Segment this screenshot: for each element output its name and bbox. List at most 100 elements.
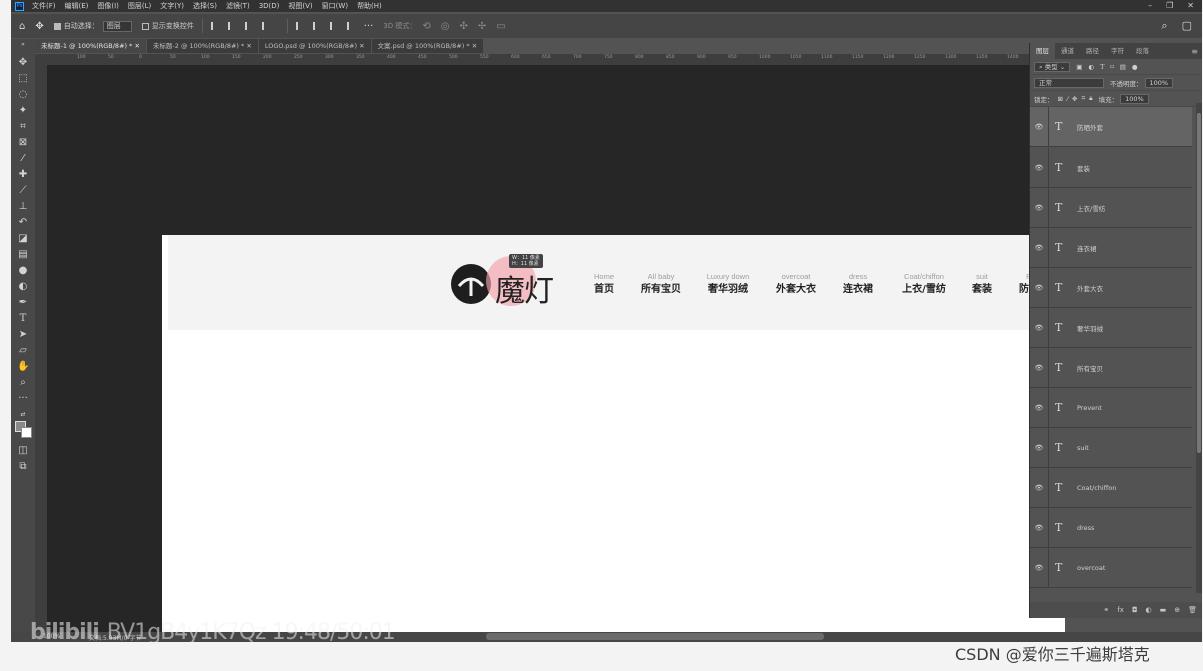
lock-artboard-icon[interactable]: ⌗ bbox=[1082, 94, 1086, 103]
add-mask-icon[interactable]: ◘ bbox=[1132, 606, 1138, 614]
more-options-icon[interactable]: ··· bbox=[364, 21, 374, 32]
layer-row[interactable]: 👁︎ T 所有宝贝 bbox=[1030, 347, 1192, 388]
marquee-tool-icon[interactable]: ⬚ bbox=[17, 73, 29, 85]
horizontal-ruler[interactable]: 100 50 0 50 100 150 200 250 300 350 400 450 500 550 60… bbox=[47, 54, 1029, 65]
history-brush-icon[interactable]: ↶ bbox=[17, 217, 29, 229]
visibility-eye-icon[interactable]: 👁︎ bbox=[1030, 164, 1048, 172]
visibility-eye-icon[interactable]: 👁︎ bbox=[1030, 564, 1048, 572]
visibility-eye-icon[interactable]: 👁︎ bbox=[1030, 404, 1048, 412]
type-tool-icon[interactable]: T bbox=[17, 313, 29, 325]
filter-shape-icon[interactable]: ⌑ bbox=[1110, 63, 1113, 71]
auto-select-dropdown[interactable]: 图层 bbox=[102, 20, 132, 32]
visibility-eye-icon[interactable]: 👁︎ bbox=[1030, 204, 1048, 212]
filter-pixel-icon[interactable]: ▣ bbox=[1076, 63, 1082, 71]
tab-channels[interactable]: 通道 bbox=[1055, 43, 1080, 59]
close-icon[interactable]: ✕ bbox=[472, 42, 477, 50]
menu-help[interactable]: 帮助(H) bbox=[357, 1, 382, 11]
hand-tool-icon[interactable]: ✋ bbox=[17, 361, 29, 373]
horizontal-scrollbar[interactable] bbox=[486, 633, 824, 640]
menu-layer[interactable]: 图层(L) bbox=[128, 1, 151, 11]
lock-position-icon[interactable]: ✥ bbox=[1072, 95, 1077, 103]
eyedropper-icon[interactable]: ⁄ bbox=[17, 153, 29, 165]
restore-icon[interactable]: ❐ bbox=[1166, 0, 1173, 11]
edit-toolbar-icon[interactable]: ··· bbox=[17, 393, 29, 405]
visibility-eye-icon[interactable]: 👁︎ bbox=[1030, 123, 1048, 131]
menu-image[interactable]: 图像(I) bbox=[97, 1, 119, 11]
layer-row[interactable]: 👁︎ Tsuit bbox=[1030, 427, 1192, 468]
scroll-thumb[interactable] bbox=[1197, 113, 1201, 453]
visibility-eye-icon[interactable]: 👁︎ bbox=[1030, 324, 1048, 332]
menu-view[interactable]: 视图(V) bbox=[288, 1, 312, 11]
3d-camera-icon[interactable]: ▭ bbox=[496, 21, 505, 32]
menu-file[interactable]: 文件(F) bbox=[32, 1, 56, 11]
adjustment-layer-icon[interactable]: ◐ bbox=[1146, 606, 1152, 614]
layer-row[interactable]: 👁︎ T 连衣裙 bbox=[1030, 227, 1192, 268]
tab-character[interactable]: 字符 bbox=[1105, 43, 1130, 59]
nav-overcoat[interactable]: overcoat 外套大衣 bbox=[776, 272, 816, 298]
blur-tool-icon[interactable]: ● bbox=[17, 265, 29, 277]
menu-window[interactable]: 窗口(W) bbox=[322, 1, 348, 11]
menu-select[interactable]: 选择(S) bbox=[193, 1, 217, 11]
layer-row[interactable]: 👁︎ Tovercoat bbox=[1030, 547, 1192, 588]
nav-luxury-down[interactable]: Luxury down 奢华羽绒 bbox=[707, 272, 750, 298]
layers-scrollbar[interactable] bbox=[1196, 103, 1202, 593]
align-bottom-icon[interactable] bbox=[329, 22, 337, 30]
background-color-swatch[interactable] bbox=[21, 427, 32, 438]
blend-mode-select[interactable]: 正常 bbox=[1034, 77, 1104, 88]
filter-toggle-icon[interactable]: ● bbox=[1132, 63, 1138, 71]
visibility-eye-icon[interactable]: 👁︎ bbox=[1030, 284, 1048, 292]
layer-row[interactable]: 👁︎ T Prevent bbox=[1030, 387, 1192, 428]
tab-paragraph[interactable]: 段落 bbox=[1130, 43, 1155, 59]
visibility-eye-icon[interactable]: 👁︎ bbox=[1030, 484, 1048, 492]
close-icon[interactable]: ✕ bbox=[134, 42, 139, 50]
layer-filter-select[interactable]: ⌕ 类型 ⌄ bbox=[1034, 61, 1071, 72]
layer-row[interactable]: 👁︎ T 奢华羽绒 bbox=[1030, 307, 1192, 348]
layer-row[interactable]: 👁︎ T 防晒外套 bbox=[1030, 107, 1192, 147]
path-selection-icon[interactable]: ➤ bbox=[17, 329, 29, 341]
visibility-eye-icon[interactable]: 👁︎ bbox=[1030, 444, 1048, 452]
3d-pan-icon[interactable]: ✣ bbox=[460, 21, 468, 32]
shape-tool-icon[interactable]: ▱ bbox=[17, 345, 29, 357]
visibility-eye-icon[interactable]: 👁︎ bbox=[1030, 524, 1048, 532]
delete-layer-icon[interactable]: 🗑︎ bbox=[1188, 606, 1197, 614]
nav-home[interactable]: Home 首页 bbox=[594, 272, 614, 298]
brush-tool-icon[interactable]: ⟋ bbox=[17, 185, 29, 197]
new-layer-icon[interactable]: ⊕ bbox=[1174, 606, 1180, 614]
show-transform-checkbox[interactable] bbox=[141, 22, 149, 30]
menu-edit[interactable]: 编辑(E) bbox=[65, 1, 89, 11]
lock-all-icon[interactable]: 🔒︎ bbox=[1089, 94, 1092, 103]
nav-all-baby[interactable]: All baby 所有宝贝 bbox=[641, 272, 681, 298]
tab-logo[interactable]: LOGO.psd @ 100%(RGB/8#) ✕ bbox=[258, 39, 371, 53]
close-icon[interactable]: ✕ bbox=[359, 42, 364, 50]
nav-dress[interactable]: dress 连衣裙 bbox=[843, 272, 873, 298]
layer-row[interactable]: 👁︎ T 上衣/雪纺 bbox=[1030, 187, 1192, 228]
home-icon[interactable]: ⌂ bbox=[19, 21, 25, 32]
tab-doc-2[interactable]: 未标题-2 @ 100%(RGB/8#) * ✕ bbox=[146, 39, 258, 53]
quick-mask-icon[interactable]: ◫ bbox=[17, 445, 29, 457]
dodge-tool-icon[interactable]: ◐ bbox=[17, 281, 29, 293]
filter-adjust-icon[interactable]: ◐ bbox=[1088, 63, 1094, 71]
workspace-icon[interactable]: ▢ bbox=[1182, 19, 1192, 33]
gradient-tool-icon[interactable]: ▤ bbox=[17, 249, 29, 261]
align-center-icon[interactable] bbox=[227, 22, 235, 30]
crop-tool-icon[interactable]: ⌗ bbox=[17, 121, 29, 133]
distribute-icon[interactable] bbox=[261, 22, 269, 30]
fx-icon[interactable]: fx bbox=[1117, 606, 1124, 614]
auto-select-checkbox[interactable] bbox=[53, 22, 61, 30]
collapse-icon[interactable]: » bbox=[17, 41, 29, 49]
align-left-icon[interactable] bbox=[210, 22, 218, 30]
vertical-ruler[interactable] bbox=[35, 54, 47, 632]
move-tool-icon[interactable]: ✥ bbox=[35, 21, 43, 32]
filter-type-icon[interactable]: T bbox=[1100, 63, 1104, 71]
frame-tool-icon[interactable]: ⊠ bbox=[17, 137, 29, 149]
align-right-icon[interactable] bbox=[244, 22, 252, 30]
tab-paths[interactable]: 路径 bbox=[1080, 43, 1105, 59]
minimize-icon[interactable]: – bbox=[1148, 0, 1152, 11]
3d-roll-icon[interactable]: ◎ bbox=[441, 21, 450, 32]
zoom-tool-icon[interactable]: ⌕ bbox=[17, 377, 29, 389]
close-icon[interactable]: ✕ bbox=[246, 42, 251, 50]
3d-slide-icon[interactable]: ✢ bbox=[478, 21, 486, 32]
nav-suit[interactable]: suit 套装 bbox=[972, 272, 992, 298]
document-canvas[interactable]: 魔灯 W：11 像素 H：11 像素 Home 首页 All baby 所有宝贝 bbox=[162, 235, 1065, 642]
panel-menu-icon[interactable]: ≡ bbox=[1191, 47, 1198, 56]
